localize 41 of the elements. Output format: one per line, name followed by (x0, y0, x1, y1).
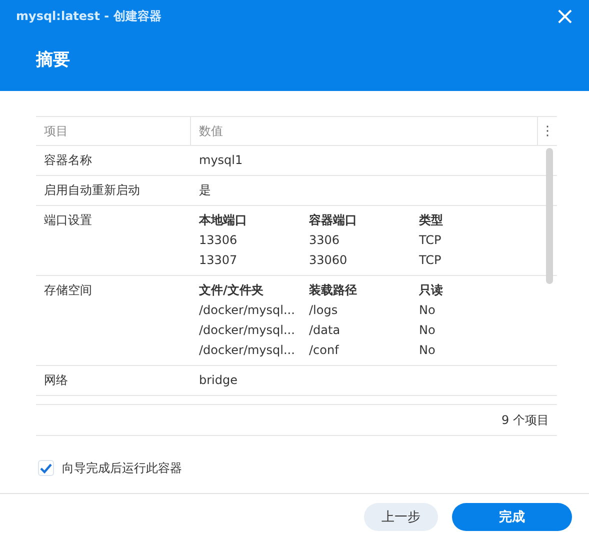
table-cell-text: 启用自动重新启动 (43, 183, 141, 197)
table-cell-text: /docker/mysql... (199, 343, 296, 357)
table-cell-text: 存储空间 (43, 283, 93, 299)
table-cell-text: mysql1 (198, 153, 244, 167)
table-cell-text: 13307 (199, 253, 238, 267)
sub-column-header: 文件/文件夹 (199, 283, 264, 297)
checkbox-label: 向导完成后运行此容器 (62, 461, 182, 475)
table-cell-text: 33060 (309, 253, 348, 267)
item-count: 9 个项目 (502, 412, 549, 428)
back-button[interactable]: 上一步 (364, 503, 438, 531)
table-cell-text: TCP (419, 253, 442, 267)
table-cell-text: /docker/mysql... (199, 303, 296, 317)
table-cell-text: No (419, 343, 436, 357)
checkbox[interactable] (38, 460, 54, 476)
column-menu-button[interactable]: ⋮ (537, 117, 557, 145)
finish-button[interactable]: 完成 (452, 503, 572, 531)
sub-column-header: 类型 (419, 213, 444, 227)
close-button[interactable]: × (550, 4, 579, 28)
page-heading: 摘要 (34, 49, 71, 71)
table-cell-text: No (419, 323, 436, 337)
table-cell-text: /data (309, 323, 342, 337)
table-cell-text: 容器名称 (43, 153, 93, 167)
table-cell-text: /docker/mysql... (199, 323, 296, 337)
sub-column-header: 本地端口 (199, 213, 248, 227)
column-header: 数值 (198, 122, 224, 140)
table-cell-text: TCP (419, 233, 442, 247)
table-cell-text: 端口设置 (43, 213, 93, 229)
column-header: 项目 (36, 117, 191, 145)
table-cell-text: bridge (198, 373, 239, 387)
table-cell-text: 网络 (43, 373, 69, 387)
sub-column-header: 只读 (419, 283, 444, 297)
table-cell-text: 是 (198, 183, 212, 197)
window-title: mysql:latest - 创建容器 (16, 8, 162, 24)
table-cell-text: 3306 (309, 233, 341, 247)
table-cell-text: No (419, 303, 436, 317)
sub-column-header: 容器端口 (309, 213, 358, 227)
table-cell-text: /conf (309, 343, 340, 357)
table-cell-text: /logs (309, 303, 339, 317)
scrollbar[interactable] (546, 148, 553, 284)
table-cell-text: 13306 (199, 233, 238, 247)
sub-column-header: 装载路径 (309, 283, 358, 297)
